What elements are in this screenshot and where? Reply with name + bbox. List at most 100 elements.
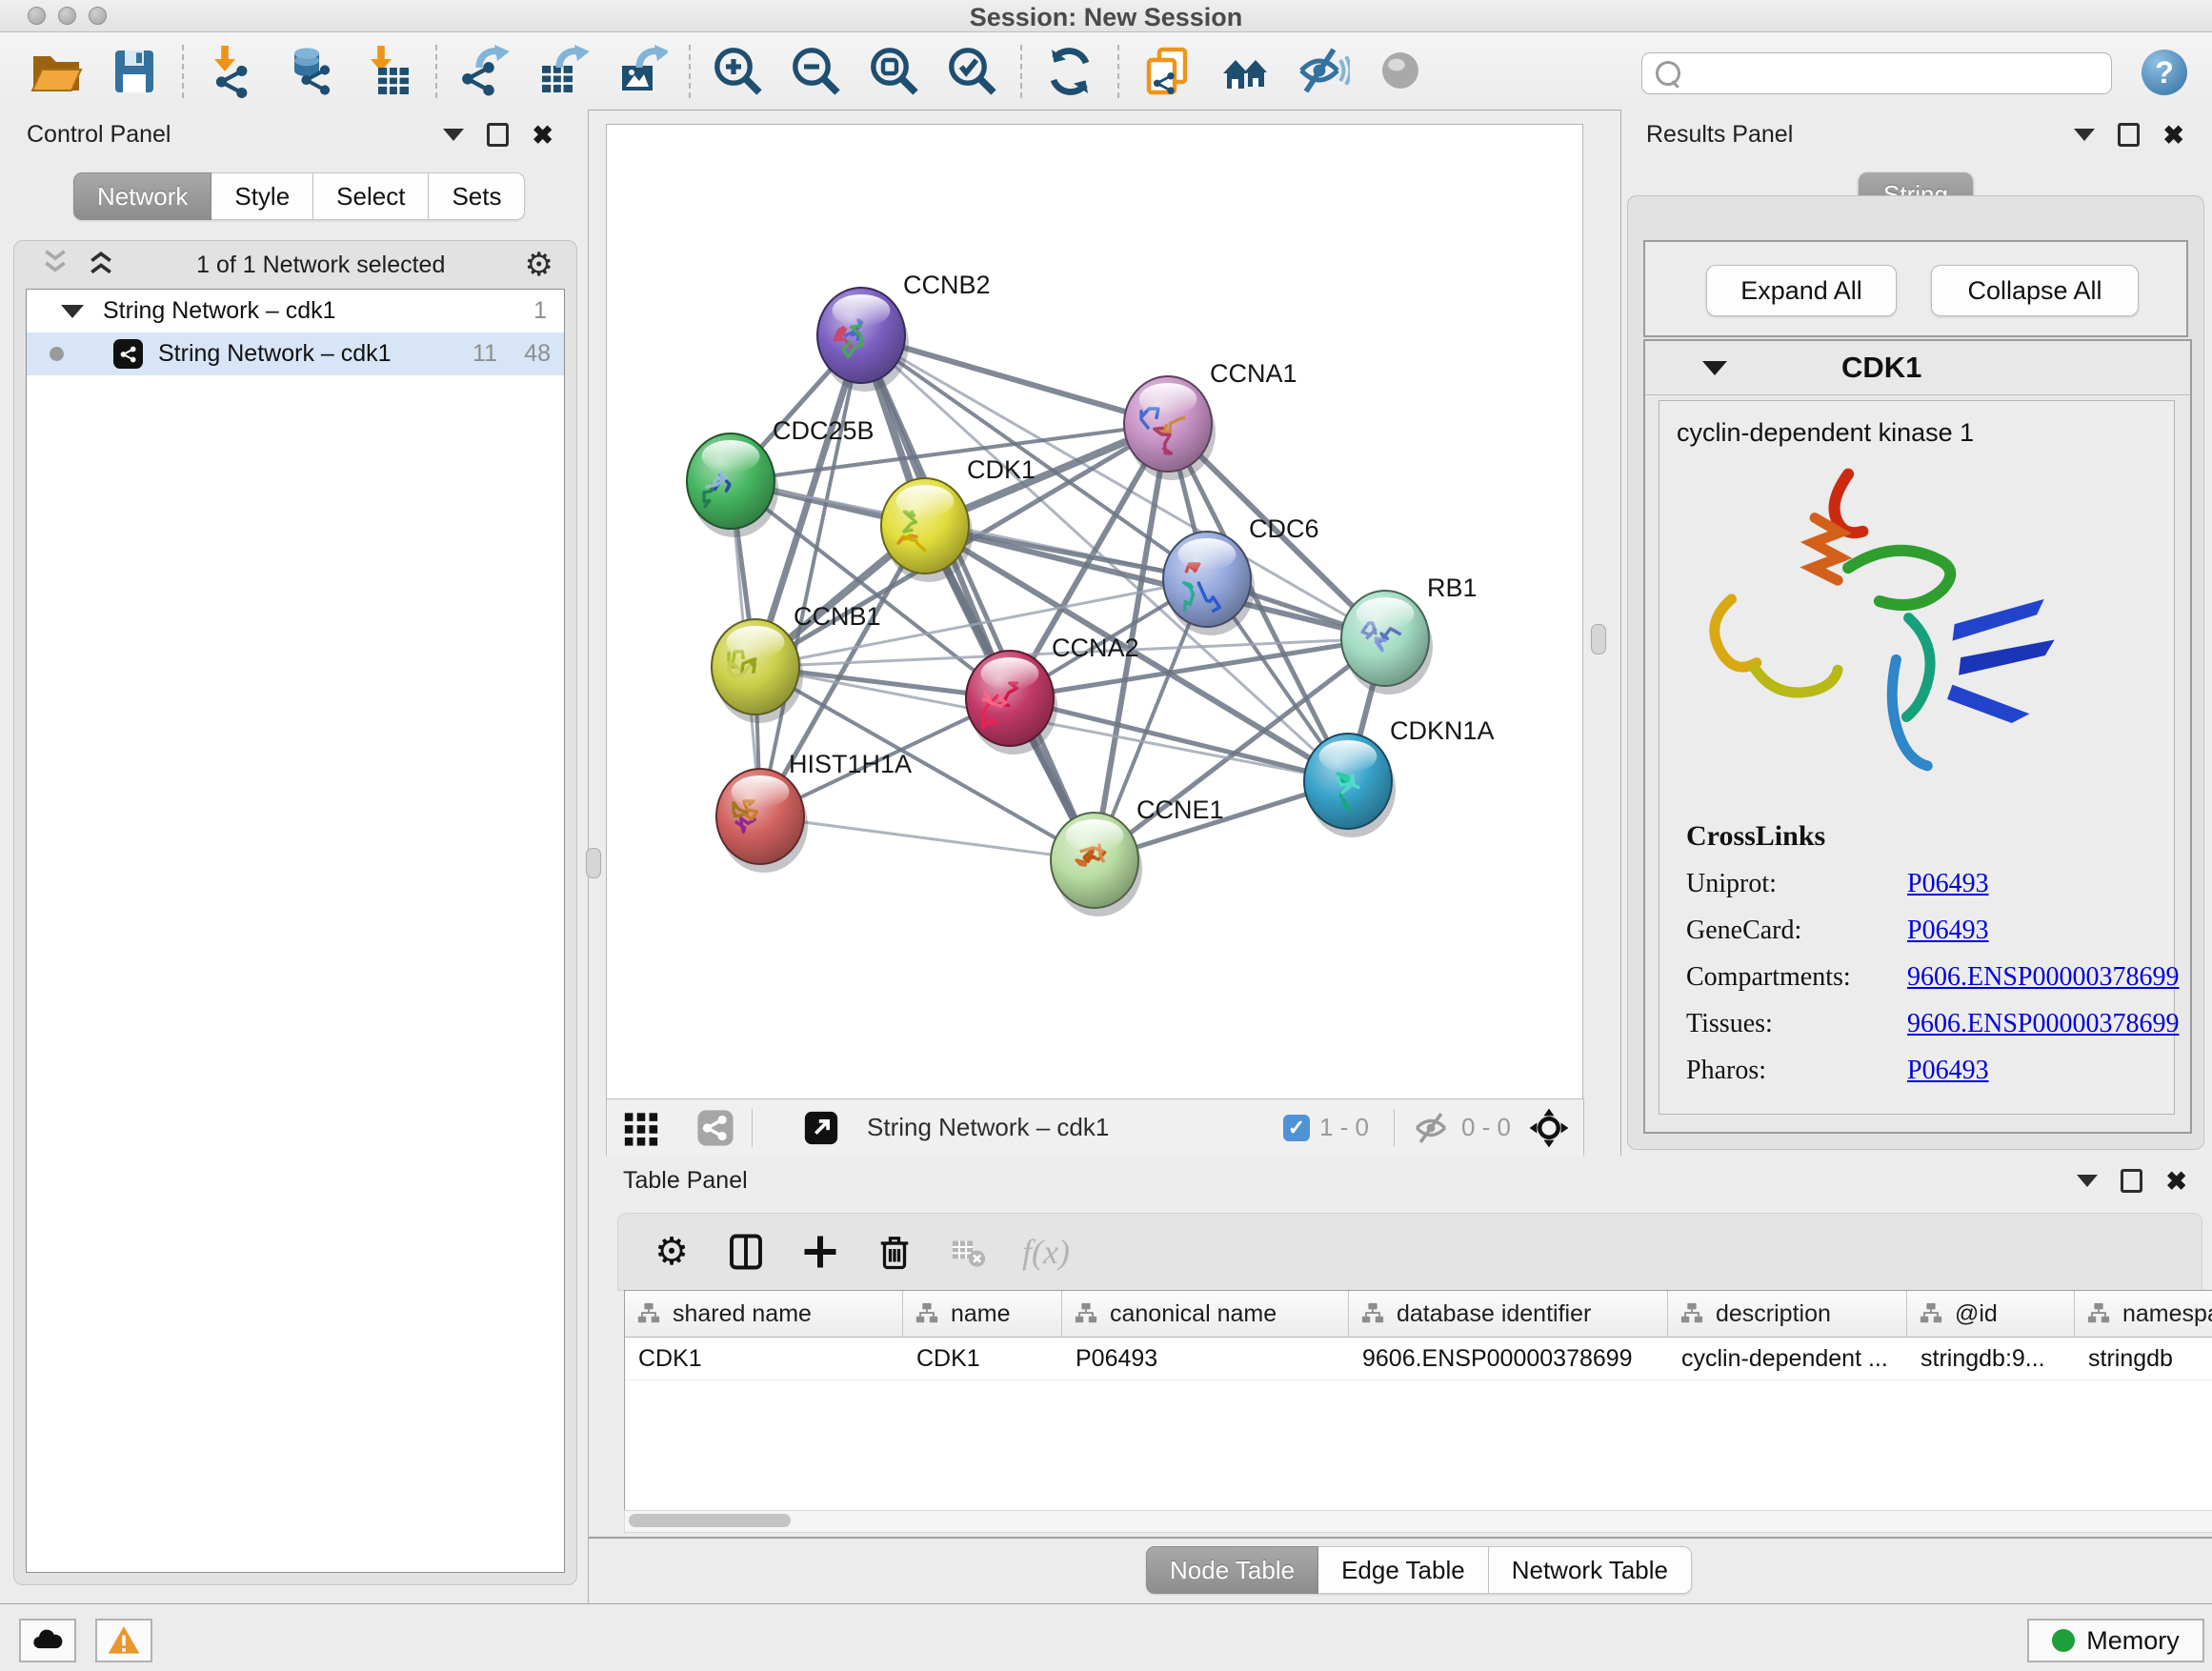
toolbar-separator — [1117, 45, 1119, 98]
table-cell[interactable]: stringdb:9... — [1907, 1338, 2075, 1379]
help-button[interactable]: ? — [2142, 50, 2187, 95]
grid-view-icon[interactable] — [620, 1107, 662, 1149]
tab-style[interactable]: Style — [211, 172, 313, 220]
network-collection-row[interactable]: String Network – cdk1 1 — [27, 290, 564, 332]
zoom-fit-icon[interactable] — [868, 45, 921, 98]
warning-icon — [106, 1622, 142, 1659]
tab-node-table[interactable]: Node Table — [1146, 1546, 1318, 1594]
tab-select[interactable]: Select — [313, 172, 429, 220]
import-network-file-icon[interactable] — [205, 45, 258, 98]
open-session-icon[interactable] — [30, 45, 83, 98]
crosslink-value-link[interactable]: 9606.ENSP00000378699 — [1907, 1009, 2179, 1039]
column-header-namespace[interactable]: namespace — [2075, 1291, 2212, 1337]
refresh-layout-icon[interactable] — [1043, 45, 1096, 98]
collection-expander-icon[interactable] — [61, 305, 84, 318]
selected-nodes-checkbox[interactable]: ✓ — [1283, 1115, 1310, 1141]
gene-collapse-icon[interactable] — [1702, 361, 1727, 375]
network-graph[interactable]: CCNB2CCNA1CDC25BCDK1CDC6RB1CCNB1CCNA2CDK… — [607, 125, 1582, 1098]
network-node[interactable]: RB1 — [1341, 574, 1478, 695]
panel-menu-icon[interactable] — [2077, 1175, 2098, 1187]
status-bar: Memory — [0, 1603, 2212, 1671]
panel-menu-icon[interactable] — [2074, 129, 2095, 141]
tab-network[interactable]: Network — [73, 172, 211, 220]
table-cell[interactable]: CDK1 — [903, 1338, 1062, 1379]
detach-view-icon[interactable] — [800, 1107, 842, 1149]
table-row[interactable]: CDK1CDK1P064939606.ENSP00000378699cyclin… — [625, 1338, 2212, 1380]
network-options-gear-icon[interactable]: ⚙ — [525, 246, 553, 284]
node-table[interactable]: shared namename canonical name database id… — [624, 1290, 2212, 1513]
expand-all-networks-icon[interactable] — [85, 249, 117, 282]
table-options-gear-icon[interactable]: ⚙ — [651, 1231, 693, 1273]
crosslink-value-link[interactable]: P06493 — [1907, 1056, 1989, 1086]
column-header-shared-name[interactable]: shared name — [625, 1291, 903, 1337]
column-label: canonical name — [1110, 1300, 1277, 1328]
save-session-icon[interactable] — [108, 45, 161, 98]
show-columns-icon[interactable] — [725, 1231, 767, 1273]
close-panel-icon[interactable]: ✖ — [532, 126, 553, 145]
network-edge[interactable] — [760, 335, 861, 816]
column-header-database-identifier[interactable]: database identifier — [1349, 1291, 1668, 1337]
network-node[interactable]: CCNE1 — [1051, 795, 1224, 916]
column-label: description — [1716, 1300, 1831, 1328]
zoom-in-icon[interactable] — [712, 45, 765, 98]
network-node[interactable]: HIST1H1A — [716, 750, 912, 873]
tab-sets[interactable]: Sets — [429, 172, 525, 220]
fit-selection-target-icon[interactable] — [1528, 1107, 1570, 1149]
network-edge[interactable] — [861, 335, 1095, 860]
left-splitter-handle[interactable] — [586, 848, 601, 878]
scrollbar-thumb[interactable] — [629, 1514, 791, 1527]
collapse-all-networks-icon[interactable] — [39, 249, 71, 282]
panel-menu-icon[interactable] — [443, 129, 464, 141]
table-cell[interactable]: 9606.ENSP00000378699 — [1349, 1338, 1668, 1379]
search-field[interactable] — [1641, 52, 2112, 94]
new-network-from-selection-icon[interactable] — [1140, 45, 1194, 98]
table-cell[interactable]: stringdb — [2075, 1338, 2212, 1379]
float-panel-icon[interactable] — [2118, 123, 2140, 147]
table-cell[interactable]: P06493 — [1062, 1338, 1349, 1379]
column-header-name[interactable]: name — [903, 1291, 1062, 1337]
cloud-status-button[interactable] — [19, 1619, 76, 1662]
close-panel-icon[interactable]: ✖ — [2162, 126, 2184, 145]
hide-selected-icon[interactable] — [1297, 45, 1350, 98]
crosslink-value-link[interactable]: P06493 — [1907, 916, 1989, 946]
search-input[interactable] — [1690, 59, 2101, 89]
table-cell[interactable]: cyclin-dependent ... — [1668, 1338, 1907, 1379]
memory-button[interactable]: Memory — [2027, 1619, 2204, 1662]
results-panel-title: Results Panel — [1646, 121, 1793, 149]
network-share-icon[interactable] — [694, 1107, 736, 1149]
add-column-icon[interactable] — [799, 1231, 841, 1273]
column-header--id[interactable]: @id — [1907, 1291, 2075, 1337]
tab-network-table[interactable]: Network Table — [1489, 1546, 1692, 1594]
float-panel-icon[interactable] — [487, 123, 509, 147]
import-table-file-icon[interactable] — [361, 45, 414, 98]
table-cell[interactable]: CDK1 — [625, 1338, 903, 1379]
first-neighbors-icon[interactable] — [1218, 45, 1272, 98]
warning-status-button[interactable] — [95, 1619, 152, 1662]
show-all-icon[interactable] — [1375, 45, 1428, 98]
right-splitter-handle[interactable] — [1591, 624, 1606, 654]
network-node[interactable]: CCNA1 — [1124, 359, 1297, 480]
table-toolbar: ⚙ f(x) — [617, 1213, 2202, 1291]
export-image-icon[interactable] — [614, 45, 668, 98]
network-edge[interactable] — [760, 816, 1095, 860]
close-panel-icon[interactable]: ✖ — [2165, 1172, 2187, 1191]
export-table-icon[interactable] — [536, 45, 590, 98]
export-network-icon[interactable] — [458, 45, 512, 98]
crosslink-value-link[interactable]: P06493 — [1907, 869, 1989, 899]
column-header-canonical-name[interactable]: canonical name — [1062, 1291, 1349, 1337]
network-node[interactable]: CDKN1A — [1304, 716, 1495, 837]
tab-edge-table[interactable]: Edge Table — [1318, 1546, 1489, 1594]
crosslink-value-link[interactable]: 9606.ENSP00000378699 — [1907, 962, 2179, 993]
import-network-database-icon[interactable] — [283, 45, 336, 98]
column-header-description[interactable]: description — [1668, 1291, 1907, 1337]
table-horizontal-scrollbar[interactable] — [624, 1510, 2212, 1533]
zoom-out-icon[interactable] — [790, 45, 843, 98]
expand-all-button[interactable]: Expand All — [1706, 265, 1897, 316]
float-panel-icon[interactable] — [2121, 1169, 2142, 1193]
node-label: CDC25B — [773, 416, 875, 445]
network-view-canvas[interactable]: CCNB2CCNA1CDC25BCDK1CDC6RB1CCNB1CCNA2CDK… — [606, 124, 1583, 1099]
network-row[interactable]: String Network – cdk1 11 48 — [27, 332, 564, 375]
delete-column-icon[interactable] — [874, 1231, 915, 1273]
collapse-all-button[interactable]: Collapse All — [1931, 265, 2139, 316]
zoom-selected-icon[interactable] — [946, 45, 999, 98]
